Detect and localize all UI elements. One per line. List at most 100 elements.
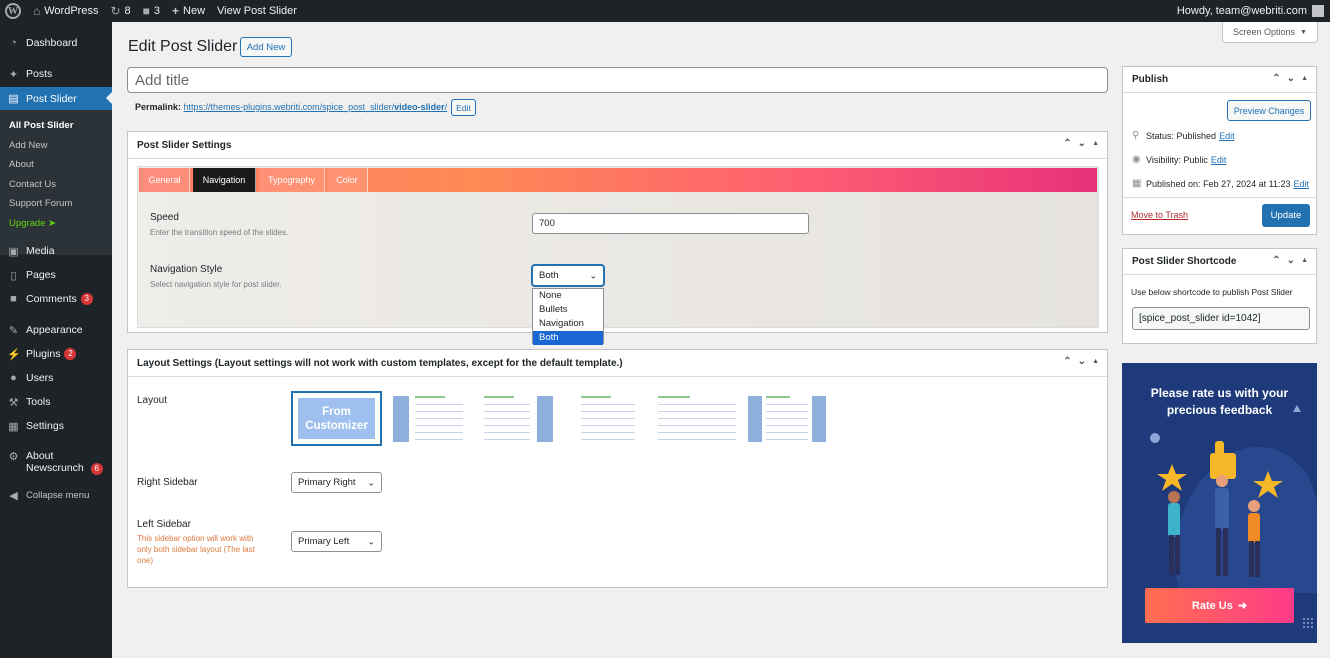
refresh-icon: ↻ [110,4,121,18]
pin-icon: ⚲ [1132,130,1140,141]
my-account[interactable]: Howdy, team@webriti.com [1177,5,1330,17]
permalink-url[interactable]: https://themes-plugins.webriti.com/spice… [184,102,448,112]
screen-options-button[interactable]: Screen Options ▼ [1222,22,1318,43]
post-slider-submenu: All Post Slider Add New About Contact Us… [0,110,112,255]
submenu-add-new[interactable]: Add New [9,140,48,151]
permalink-edit-button[interactable]: Edit [451,99,476,116]
left-sidebar-select[interactable]: Primary Left ⌄ [291,531,382,552]
layout-sidebar-block [812,396,826,442]
publish-box: Publish ⌃ ⌄ ▲ Preview Changes ⚲ Status: … [1122,66,1317,235]
page-title: Edit Post Slider [128,38,238,55]
plus-icon: + [172,4,180,18]
post-title-input[interactable]: Add title [127,67,1108,93]
move-to-trash-link[interactable]: Move to Trash [1131,210,1188,220]
sliders-icon: ▦ [8,420,19,433]
submenu-support[interactable]: Support Forum [9,198,72,209]
tab-color[interactable]: Color [327,168,368,192]
settings-panel: General Navigation Typography Color [137,166,1099,328]
toggle-panel-icon[interactable]: ▲ [1092,140,1099,149]
view-post-slider-link[interactable]: View Post Slider [211,0,303,22]
menu-plugins[interactable]: ⚡ Plugins 2 [0,343,112,365]
arrow-right-icon: ➤ [48,218,57,229]
menu-pages[interactable]: ▯ Pages [0,264,112,286]
layout-option-right-sidebar[interactable] [484,396,554,442]
layout-option-left-sidebar[interactable] [393,396,465,442]
preview-changes-button[interactable]: Preview Changes [1227,100,1311,121]
tab-navigation[interactable]: Navigation [193,168,256,192]
layout-sidebar-block [393,396,409,442]
arrow-right-icon: ➜ [1237,600,1248,612]
speed-label: Speed [150,212,179,223]
new-content-link[interactable]: + New [166,0,211,22]
move-down-icon[interactable]: ⌄ [1287,73,1295,84]
menu-posts[interactable]: ✦ Posts [0,63,112,85]
admin-sidebar: ◔ Dashboard ✦ Posts ▤ Post Slider All Po… [0,22,112,658]
toggle-panel-icon[interactable]: ▲ [1301,257,1308,266]
shortcode-field[interactable]: [spice_post_slider id=1042] [1132,307,1310,330]
move-up-icon[interactable]: ⌃ [1272,255,1280,266]
toggle-panel-icon[interactable]: ▲ [1092,358,1099,367]
caret-down-icon: ▼ [1300,28,1307,36]
menu-about-newscrunch[interactable]: ⚙ About Newscrunch 6 [0,450,112,480]
option-both[interactable]: Both [533,331,603,345]
status-edit-link[interactable]: Edit [1219,131,1235,141]
move-up-icon[interactable]: ⌃ [1063,356,1071,367]
published-on-edit-link[interactable]: Edit [1293,179,1309,189]
wp-logo-menu[interactable]: W [0,0,27,22]
tab-typography[interactable]: Typography [259,168,325,192]
submenu-upgrade[interactable]: Upgrade ➤ [9,218,56,229]
submenu-contact[interactable]: Contact Us [9,179,56,190]
menu-media[interactable]: ▣ Media [0,240,112,262]
updates-link[interactable]: ↻ 8 [104,0,136,22]
collapse-arrow-icon: ◀ [9,489,18,502]
visibility-edit-link[interactable]: Edit [1211,155,1227,165]
toggle-panel-icon[interactable]: ▲ [1301,75,1308,84]
menu-users[interactable]: ● Users [0,367,112,389]
option-bullets[interactable]: Bullets [533,303,603,317]
move-up-icon[interactable]: ⌃ [1272,73,1280,84]
rate-us-button[interactable]: Rate Us ➜ [1145,588,1294,623]
home-icon: ⌂ [33,4,41,18]
navigation-style-select[interactable]: Both ⌄ [532,265,604,286]
option-navigation[interactable]: Navigation [533,317,603,331]
gear-icon: ⚙ [8,451,19,463]
menu-comments[interactable]: ■ Comments 3 [0,288,112,310]
speech-bubble-icon: ■ [10,293,17,305]
move-down-icon[interactable]: ⌄ [1078,138,1086,149]
left-sidebar-description: This sidebar option will work with only … [137,534,255,565]
layout-option-from-customizer[interactable]: From Customizer [291,391,382,446]
menu-post-slider[interactable]: ▤ Post Slider [0,87,112,110]
permalink: Permalink: https://themes-plugins.webrit… [135,102,448,112]
navigation-style-dropdown: None Bullets Navigation Both [532,288,604,345]
layout-label: Layout [137,395,168,406]
option-none[interactable]: None [533,289,603,303]
right-sidebar-select[interactable]: Primary Right ⌄ [291,472,382,493]
comments-link[interactable]: ■ 3 [137,0,166,22]
layout-option-full-width[interactable] [658,396,736,442]
gauge-icon: ◔ [10,37,17,49]
menu-settings[interactable]: ▦ Settings [0,415,112,437]
published-on-row: ▦ Published on: Feb 27, 2024 at 11:23 Ed… [1132,178,1309,189]
move-down-icon[interactable]: ⌄ [1078,356,1086,367]
move-up-icon[interactable]: ⌃ [1063,138,1071,149]
update-button[interactable]: Update [1262,204,1310,227]
tab-general[interactable]: General [140,168,190,192]
submenu-about[interactable]: About [9,159,34,170]
navigation-style-label: Navigation Style [150,264,223,275]
comment-bubble-icon: ■ [142,4,150,18]
admin-bar: W ⌂ WordPress ↻ 8 ■ 3 + New View Post Sl… [0,0,1330,22]
submenu-all-post-slider[interactable]: All Post Slider [9,120,73,131]
layout-option-both-sidebars[interactable] [748,396,826,442]
menu-tools[interactable]: ⚒ Tools [0,391,112,413]
settings-tabs: General Navigation Typography Color [139,168,1097,192]
speed-input[interactable]: 700 [532,213,809,234]
menu-appearance[interactable]: ✎ Appearance [0,319,112,341]
menu-dashboard[interactable]: ◔ Dashboard [0,32,112,54]
move-down-icon[interactable]: ⌄ [1287,255,1295,266]
collapse-menu-button[interactable]: ◀ Collapse menu [0,484,112,506]
site-name-link[interactable]: ⌂ WordPress [27,0,104,22]
layout-option-no-sidebar[interactable] [581,396,636,442]
comments-count-badge: 3 [80,293,93,305]
add-new-button[interactable]: Add New [240,37,292,57]
rate-us-heading: Please rate us with your precious feedba… [1150,386,1289,417]
